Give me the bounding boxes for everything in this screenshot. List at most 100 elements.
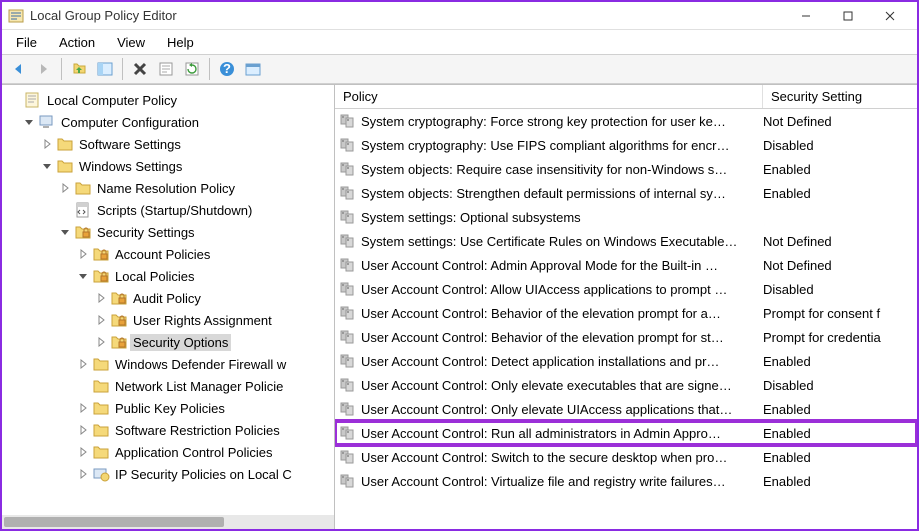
policy-row[interactable]: User Account Control: Only elevate execu… [335,373,917,397]
content-area: Local Computer PolicyComputer Configurat… [2,84,917,529]
tree-node-label: Scripts (Startup/Shutdown) [94,202,255,219]
tree-node[interactable]: User Rights Assignment [2,309,334,331]
policy-name: User Account Control: Only elevate execu… [361,378,763,393]
tree-node[interactable]: Local Computer Policy [2,89,334,111]
column-header-policy[interactable]: Policy [335,85,763,108]
policy-row[interactable]: User Account Control: Only elevate UIAcc… [335,397,917,421]
policy-row[interactable]: System cryptography: Use FIPS compliant … [335,133,917,157]
policy-row[interactable]: User Account Control: Virtualize file an… [335,469,917,493]
security-setting: Disabled [763,138,917,153]
back-button[interactable] [6,57,30,81]
tree-node-label: Security Options [130,334,231,351]
tree-view[interactable]: Local Computer PolicyComputer Configurat… [2,85,334,529]
toolbar-separator [122,58,123,80]
list-header: Policy Security Setting [335,85,917,109]
scrollbar-thumb[interactable] [4,517,224,527]
tree-node[interactable]: Name Resolution Policy [2,177,334,199]
policy-row[interactable]: System settings: Use Certificate Rules o… [335,229,917,253]
forward-button[interactable] [32,57,56,81]
menu-file[interactable]: File [6,33,47,52]
delete-button[interactable] [128,57,152,81]
tree-node[interactable]: Security Settings [2,221,334,243]
svg-text:?: ? [223,61,231,76]
policy-icon [339,184,357,202]
tree-node[interactable]: Software Restriction Policies [2,419,334,441]
tree-node[interactable]: Software Settings [2,133,334,155]
chevron-right-icon[interactable] [76,445,90,459]
tree-node[interactable]: Computer Configuration [2,111,334,133]
policy-row[interactable]: User Account Control: Switch to the secu… [335,445,917,469]
tree-node-label: Name Resolution Policy [94,180,238,197]
toolbar: ? [2,54,917,84]
policy-row[interactable]: User Account Control: Run all administra… [335,421,917,445]
tree-node-label: Application Control Policies [112,444,276,461]
close-button[interactable] [869,4,911,28]
chevron-right-icon[interactable] [94,335,108,349]
tree-node[interactable]: Network List Manager Policie [2,375,334,397]
policy-row[interactable]: System objects: Strengthen default permi… [335,181,917,205]
policy-row[interactable]: User Account Control: Admin Approval Mod… [335,253,917,277]
list-view[interactable]: System cryptography: Force strong key pr… [335,109,917,529]
policy-name: System cryptography: Use FIPS compliant … [361,138,763,153]
tree-node[interactable]: Windows Defender Firewall w [2,353,334,375]
secfolder-icon [74,223,92,241]
tree-node[interactable]: Security Options [2,331,334,353]
column-header-setting[interactable]: Security Setting [763,85,917,108]
chevron-right-icon[interactable] [58,181,72,195]
chevron-down-icon[interactable] [76,269,90,283]
tree-node[interactable]: Windows Settings [2,155,334,177]
policy-row[interactable]: User Account Control: Behavior of the el… [335,325,917,349]
refresh-button[interactable] [180,57,204,81]
expander-spacer [76,379,90,393]
policy-name: User Account Control: Allow UIAccess app… [361,282,763,297]
chevron-down-icon[interactable] [22,115,36,129]
maximize-button[interactable] [827,4,869,28]
menu-help[interactable]: Help [157,33,204,52]
policy-icon [339,376,357,394]
minimize-button[interactable] [785,4,827,28]
secfolder-icon [110,311,128,329]
app-icon [8,8,24,24]
chevron-right-icon[interactable] [40,137,54,151]
policy-row[interactable]: User Account Control: Detect application… [335,349,917,373]
chevron-right-icon[interactable] [94,291,108,305]
tree-node[interactable]: Audit Policy [2,287,334,309]
show-hide-tree-button[interactable] [93,57,117,81]
policy-row[interactable]: User Account Control: Behavior of the el… [335,301,917,325]
chevron-down-icon[interactable] [40,159,54,173]
security-setting: Prompt for consent f [763,306,917,321]
properties-button[interactable] [154,57,178,81]
up-button[interactable] [67,57,91,81]
expander-spacer [8,93,22,107]
policy-icon [339,160,357,178]
titlebar: Local Group Policy Editor [2,2,917,30]
tree-node[interactable]: Local Policies [2,265,334,287]
help-button[interactable]: ? [215,57,239,81]
tree-node[interactable]: Application Control Policies [2,441,334,463]
chevron-right-icon[interactable] [76,423,90,437]
menu-action[interactable]: Action [49,33,105,52]
export-list-button[interactable] [241,57,265,81]
tree-node[interactable]: Account Policies [2,243,334,265]
list-pane: Policy Security Setting System cryptogra… [335,85,917,529]
tree-node[interactable]: Scripts (Startup/Shutdown) [2,199,334,221]
tree-pane: Local Computer PolicyComputer Configurat… [2,85,335,529]
chevron-down-icon[interactable] [58,225,72,239]
tree-node[interactable]: IP Security Policies on Local C [2,463,334,485]
chevron-right-icon[interactable] [76,467,90,481]
horizontal-scrollbar[interactable] [2,515,334,529]
policy-row[interactable]: User Account Control: Allow UIAccess app… [335,277,917,301]
policy-row[interactable]: System cryptography: Force strong key pr… [335,109,917,133]
chevron-right-icon[interactable] [76,401,90,415]
tree-node-label: Software Restriction Policies [112,422,283,439]
policy-row[interactable]: System objects: Require case insensitivi… [335,157,917,181]
toolbar-separator [209,58,210,80]
chevron-right-icon[interactable] [94,313,108,327]
folder-icon [92,399,110,417]
policy-row[interactable]: System settings: Optional subsystems [335,205,917,229]
chevron-right-icon[interactable] [76,357,90,371]
chevron-right-icon[interactable] [76,247,90,261]
tree-node[interactable]: Public Key Policies [2,397,334,419]
menu-view[interactable]: View [107,33,155,52]
window-title: Local Group Policy Editor [30,8,785,23]
